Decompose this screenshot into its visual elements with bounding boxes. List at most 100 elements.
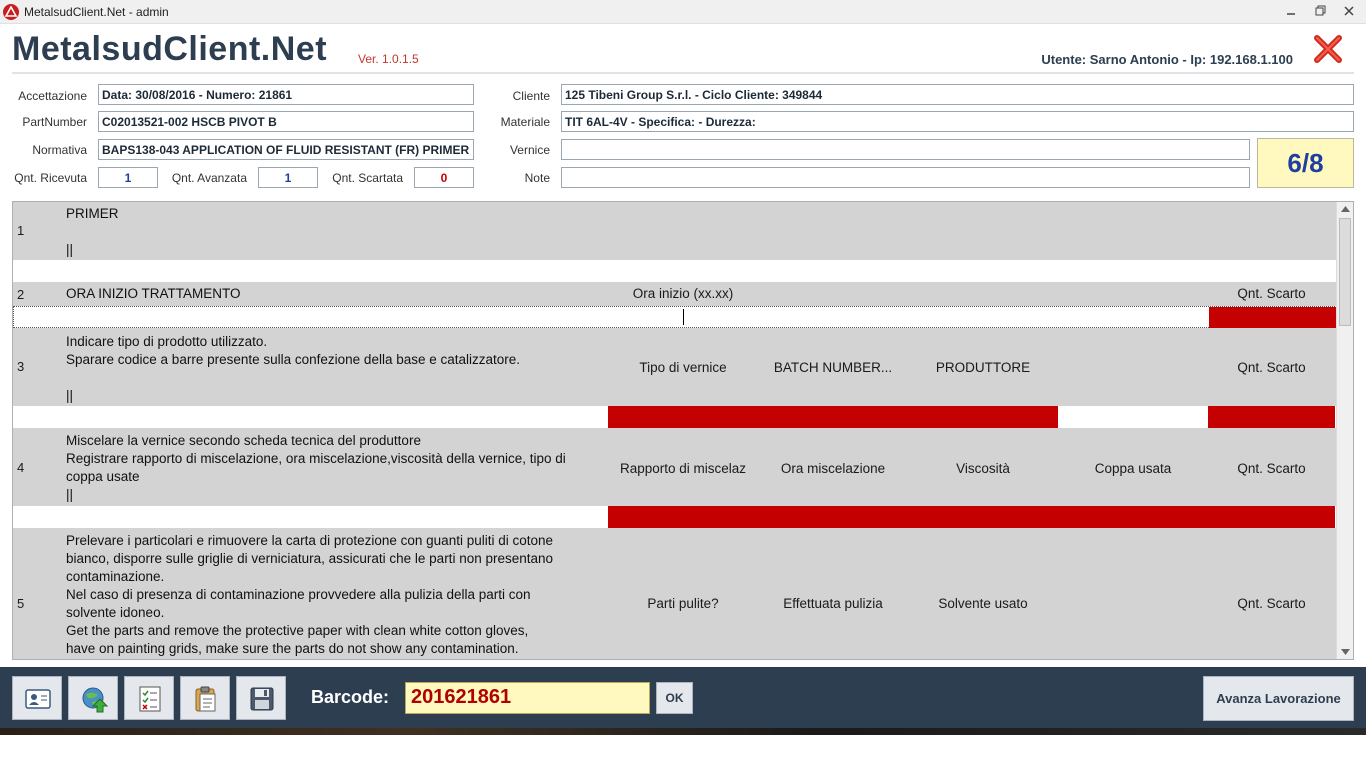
step-line: Indicare tipo di prodotto utilizzato.	[66, 334, 268, 349]
qnt-avanzata-field[interactable]: 1	[258, 167, 318, 188]
user-card-icon	[25, 689, 51, 709]
step-number: 1	[17, 223, 25, 238]
grid-scrollbar[interactable]	[1336, 202, 1353, 659]
clipboard-icon	[195, 686, 216, 712]
qnt-ricevuta-field[interactable]: 1	[98, 167, 158, 188]
normativa-field[interactable]: BAPS138-043 APPLICATION OF FLUID RESISTA…	[98, 139, 474, 160]
step-row-3: 3 Indicare tipo di prodotto utilizzato. …	[13, 328, 1337, 406]
miscelazione-inputs[interactable]	[608, 506, 1335, 528]
step-line: ||	[66, 388, 74, 403]
step-description: Miscelare la vernice secondo scheda tecn…	[66, 432, 566, 504]
column-header: Tipo di vernice	[639, 360, 727, 375]
materiale-field[interactable]: TIT 6AL-4V - Specifica: - Durezza:	[561, 111, 1354, 132]
window-titlebar: MetalsudClient.Net - admin	[0, 0, 1366, 24]
step-number: 5	[17, 596, 25, 611]
note-field[interactable]	[561, 167, 1250, 188]
minimize-button[interactable]	[1280, 3, 1302, 21]
step-description: Prelevare i particolari e rimuovere la c…	[66, 532, 553, 658]
step-line: Registrare rapporto di miscelazione, ora…	[66, 451, 566, 466]
note-label: Note	[524, 171, 550, 185]
step-line: coppa usate	[66, 469, 140, 484]
step-input-row-3[interactable]	[13, 406, 1337, 428]
qnt-avanzata-label: Qnt. Avanzata	[171, 171, 247, 185]
step-row-5: 5 Prelevare i particolari e rimuovere la…	[13, 528, 1337, 659]
globe-upload-button[interactable]	[68, 676, 118, 720]
clipboard-button[interactable]	[180, 676, 230, 720]
vernice-inputs[interactable]	[608, 406, 1058, 428]
materiale-label: Materiale	[500, 115, 550, 129]
step-row-1: 1 PRIMER ||	[13, 202, 1337, 260]
qnt-scarto-input[interactable]	[1208, 406, 1335, 428]
user-info: Utente: Sarno Antonio - Ip: 192.168.1.10…	[1041, 52, 1293, 67]
step-line: have on painting grids, make sure the pa…	[66, 641, 519, 656]
step-line	[66, 223, 119, 241]
cliente-field[interactable]: 125 Tibeni Group S.r.l. - Ciclo Cliente:…	[561, 84, 1354, 105]
step-line: contaminazione.	[66, 569, 165, 584]
column-header: Effettuata pulizia	[783, 596, 883, 611]
app-logo-icon	[3, 4, 19, 20]
step-line: ||	[66, 242, 74, 257]
step-input-row-4[interactable]	[13, 506, 1337, 528]
step-description: PRIMER ||	[66, 205, 119, 259]
column-header: Qnt. Scarto	[1237, 461, 1306, 476]
vernice-field[interactable]	[561, 139, 1250, 160]
save-button[interactable]	[236, 676, 286, 720]
step-line: ||	[66, 487, 74, 502]
desktop-strip	[0, 728, 1366, 768]
step-input-row-1[interactable]	[13, 260, 1337, 282]
column-header: PRODUTTORE	[935, 360, 1031, 375]
qnt-scartata-field[interactable]: 0	[414, 167, 474, 188]
barcode-label: Barcode:	[311, 687, 390, 707]
step-line: Get the parts and remove the protective …	[66, 623, 529, 638]
bottom-toolbar: Barcode: 201621861 OK Avanza Lavorazione	[0, 667, 1366, 728]
accettazione-label: Accettazione	[18, 89, 87, 103]
step-line: Prelevare i particolari e rimuovere la c…	[66, 533, 554, 548]
scroll-down-icon[interactable]	[1341, 649, 1350, 655]
step-line: Sparare codice a barre presente sulla co…	[66, 352, 521, 367]
step-line: bianco, disporre sulle griglie di vernic…	[66, 551, 554, 566]
step-input-row-2[interactable]	[13, 306, 1337, 329]
exit-button[interactable]	[1312, 34, 1344, 64]
step-row-2: 2 ORA INIZIO TRATTAMENTO Ora inizio (xx.…	[13, 282, 1337, 306]
partnumber-label: PartNumber	[22, 115, 87, 129]
column-header: Qnt. Scarto	[1237, 360, 1306, 375]
close-icon	[1344, 6, 1354, 16]
column-header: Rapporto di miscelaz	[619, 461, 747, 476]
red-x-close-icon	[1314, 35, 1342, 63]
step-line	[66, 369, 520, 387]
save-icon	[250, 687, 274, 711]
header-divider	[12, 72, 1354, 74]
ok-button[interactable]: OK	[656, 682, 693, 714]
text-cursor	[683, 309, 684, 325]
barcode-input[interactable]: 201621861	[405, 682, 650, 714]
accettazione-field[interactable]: Data: 30/08/2016 - Numero: 21861	[98, 84, 474, 105]
column-header: Qnt. Scarto	[1237, 286, 1306, 301]
column-header: Solvente usato	[938, 596, 1028, 611]
column-header: Qnt. Scarto	[1237, 596, 1306, 611]
minimize-icon	[1287, 13, 1295, 15]
qnt-scarto-input[interactable]	[1209, 307, 1336, 329]
step-line: PRIMER	[66, 206, 119, 221]
restore-button[interactable]	[1309, 3, 1331, 21]
scroll-thumb[interactable]	[1339, 218, 1351, 326]
partnumber-field[interactable]: C02013521-002 HSCB PIVOT B	[98, 111, 474, 132]
globe-upload-icon	[82, 687, 108, 713]
vernice-label: Vernice	[509, 143, 550, 157]
user-card-button[interactable]	[12, 676, 62, 720]
step-line: Miscelare la vernice secondo scheda tecn…	[66, 433, 421, 448]
column-header: Coppa usata	[1094, 461, 1172, 476]
column-header: Ora miscelazione	[780, 461, 886, 476]
step-line: ORA INIZIO TRATTAMENTO	[66, 286, 241, 301]
step-number: 2	[17, 287, 25, 302]
step-line: Nel caso di presenza di contaminazione p…	[66, 587, 531, 602]
window-title: MetalsudClient.Net - admin	[24, 5, 169, 19]
window-close-button[interactable]	[1338, 3, 1360, 21]
step-line: solvente idoneo.	[66, 605, 165, 620]
step-description: ORA INIZIO TRATTAMENTO	[66, 285, 241, 303]
avanza-lavorazione-button[interactable]: Avanza Lavorazione	[1203, 676, 1354, 721]
checklist-button[interactable]	[124, 676, 174, 720]
column-header: BATCH NUMBER...	[773, 360, 893, 375]
scroll-up-icon[interactable]	[1341, 206, 1350, 212]
column-header: Viscosità	[956, 461, 1010, 476]
checklist-icon	[139, 686, 161, 712]
